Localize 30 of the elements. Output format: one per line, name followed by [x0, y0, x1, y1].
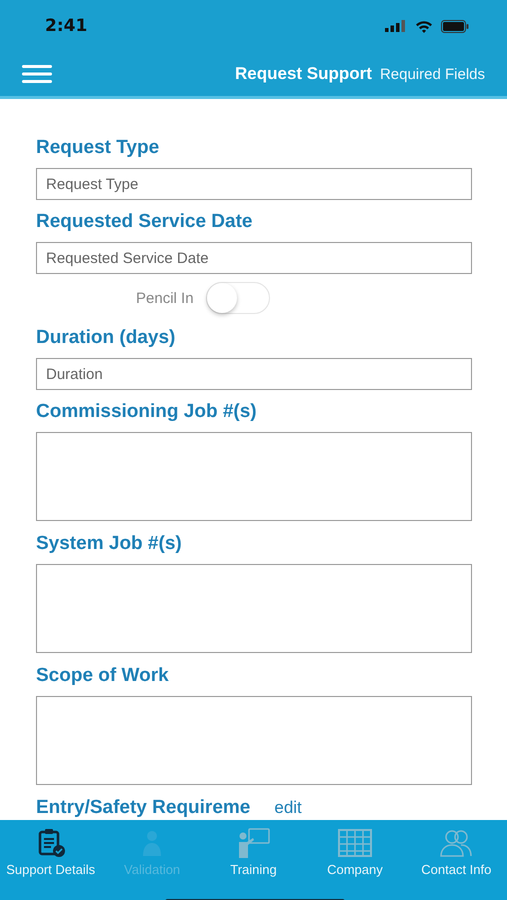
- menu-icon[interactable]: [22, 65, 52, 83]
- edit-link[interactable]: edit: [274, 798, 302, 818]
- tab[interactable]: Company: [304, 820, 406, 900]
- required-fields-button[interactable]: Required Fields: [380, 66, 485, 82]
- teacher-board-icon: [236, 828, 271, 858]
- field-label: Requested Service Date: [36, 210, 254, 234]
- field-label: Commissioning Job #(s): [36, 400, 258, 424]
- toggle-label: Pencil In: [136, 290, 194, 306]
- wifi-icon: [415, 20, 433, 32]
- signal-icon: [385, 20, 407, 32]
- toggle-switch[interactable]: [206, 282, 270, 314]
- text-area[interactable]: [36, 696, 472, 785]
- battery-icon: [441, 20, 469, 32]
- text-area[interactable]: [36, 432, 472, 521]
- tab[interactable]: Contact Info: [406, 820, 507, 900]
- status-time: 2:41: [45, 16, 88, 36]
- building-icon: [338, 828, 372, 858]
- screen-title: Request Support: [234, 64, 372, 84]
- field-label: Request Type: [36, 136, 160, 160]
- text-area[interactable]: [36, 564, 472, 653]
- field-label: Duration (days): [36, 326, 176, 350]
- tab[interactable]: Training: [202, 820, 304, 900]
- people-icon: [439, 828, 474, 858]
- field-label: System Job #(s): [36, 532, 183, 556]
- field-label: Scope of Work: [36, 664, 170, 688]
- input-field[interactable]: Request Type: [36, 168, 472, 200]
- tab[interactable]: Support Details: [0, 820, 102, 900]
- field-label: Entry/Safety Requireme: [36, 796, 250, 820]
- input-field[interactable]: Duration: [36, 358, 472, 390]
- input-field[interactable]: Requested Service Date: [36, 242, 472, 274]
